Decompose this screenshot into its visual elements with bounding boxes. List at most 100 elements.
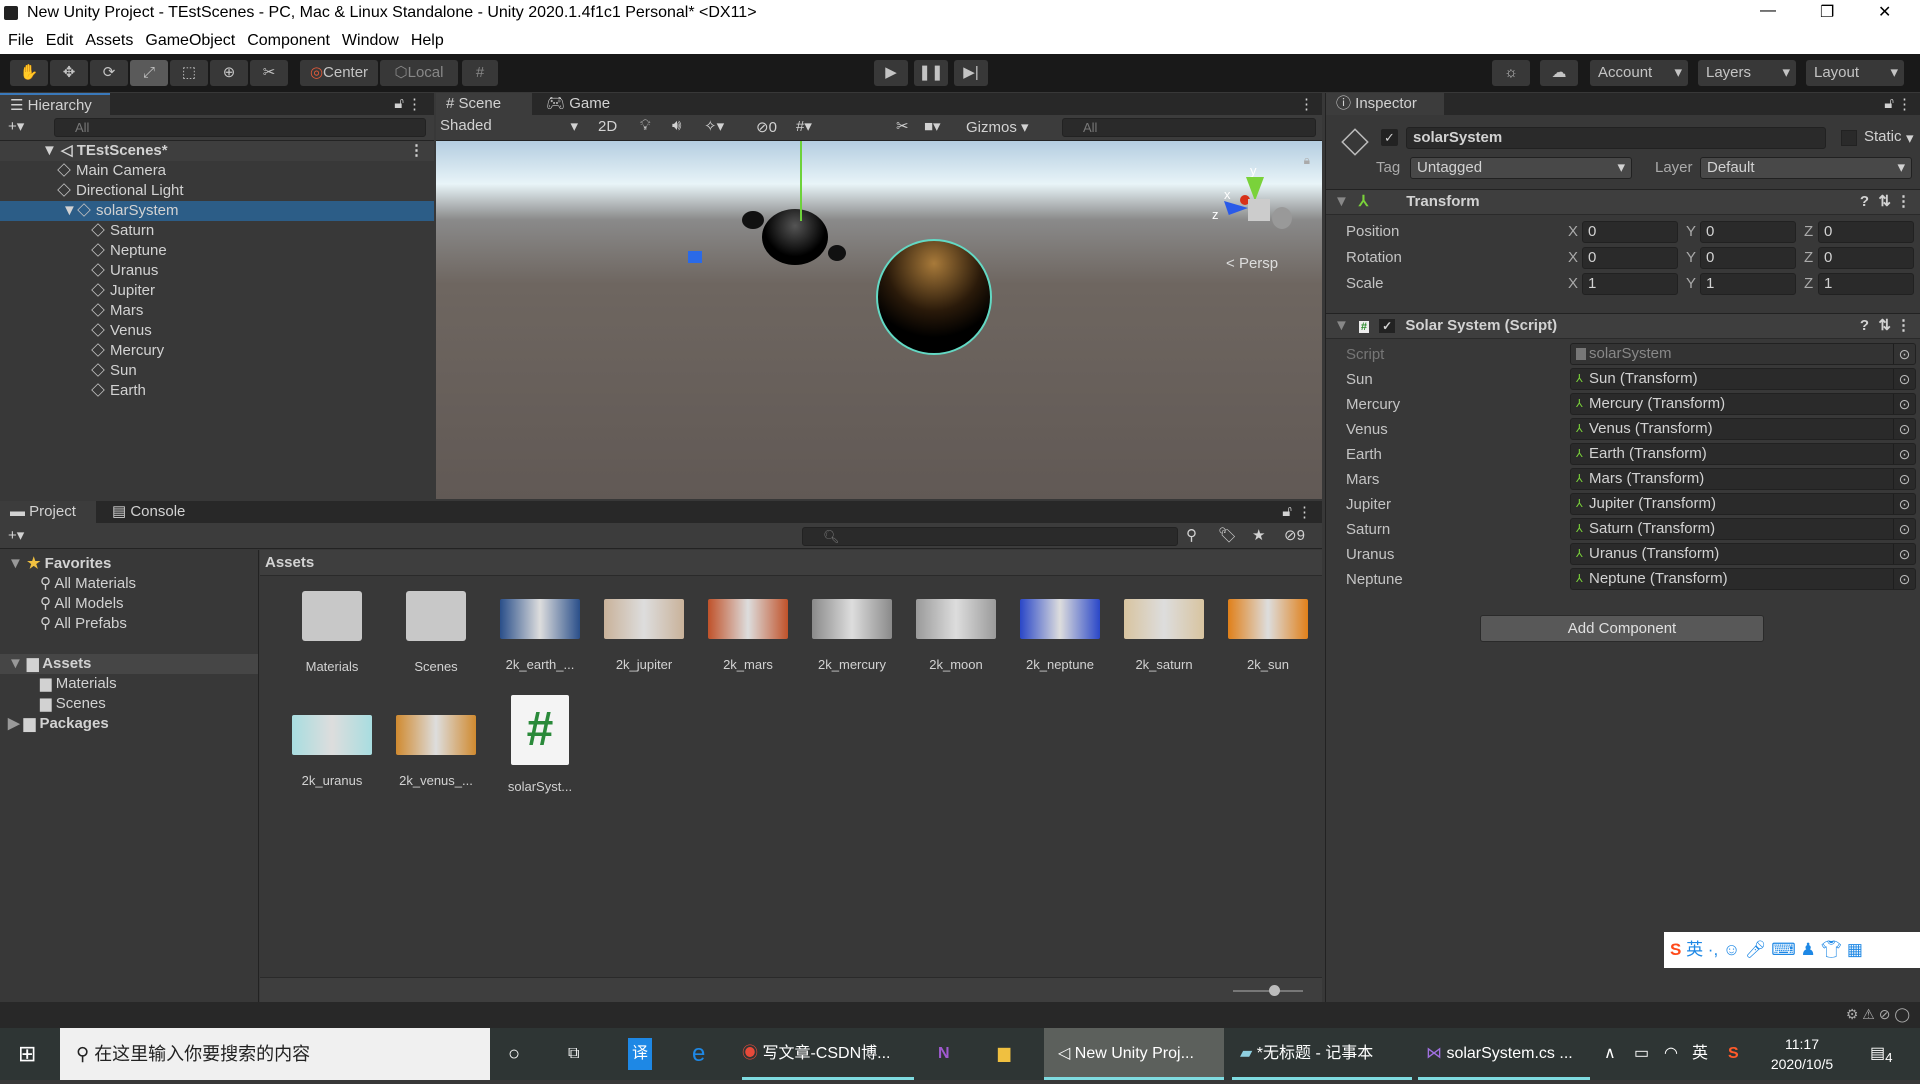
layers-dropdown[interactable]: Layers ▾ bbox=[1698, 60, 1796, 86]
more-icon[interactable]: ⋮ bbox=[1897, 95, 1912, 113]
task-view-icon[interactable]: ⧉ bbox=[568, 1028, 579, 1080]
taskbar-visual-studio[interactable]: ⋈ solarSystem.cs ... bbox=[1418, 1028, 1590, 1080]
taskbar-chrome[interactable]: ◉ 写文章-CSDN博... bbox=[742, 1028, 914, 1080]
lock-icon[interactable]: 🔓︎ bbox=[394, 95, 404, 112]
transform-reference-field[interactable]: ⅄ Jupiter (Transform) ⊙ bbox=[1570, 493, 1916, 515]
object-picker-icon[interactable]: ⊙ bbox=[1893, 469, 1915, 489]
asset-item[interactable]: 2k_neptune bbox=[1010, 591, 1110, 672]
asset-item[interactable]: 2k_earth_... bbox=[490, 591, 590, 672]
pivot-local-button[interactable]: ⬡Local bbox=[380, 60, 458, 86]
grid-icon[interactable]: #▾ bbox=[796, 117, 812, 135]
gizmo-center-cube[interactable] bbox=[1248, 199, 1270, 221]
transform-reference-field[interactable]: ⅄ Neptune (Transform) ⊙ bbox=[1570, 568, 1916, 590]
transform-x-field[interactable]: 1 bbox=[1582, 273, 1678, 295]
slider-thumb[interactable] bbox=[1269, 985, 1280, 996]
scene-row[interactable]: ▼ ◁ TEstScenes* ⋮ bbox=[0, 141, 434, 161]
effects-icon[interactable]: ✧▾ bbox=[704, 117, 724, 135]
start-button[interactable]: ⊞ bbox=[18, 1028, 36, 1080]
transform-y-field[interactable]: 0 bbox=[1700, 221, 1796, 243]
transform-reference-field[interactable]: ⅄ Uranus (Transform) ⊙ bbox=[1570, 543, 1916, 565]
project-tree-item[interactable]: ▼ ▆ Assets bbox=[0, 654, 258, 674]
transform-header[interactable]: ▼ ⅄ Transform ? ⇅ ⋮ bbox=[1326, 189, 1920, 215]
asset-item[interactable]: Materials bbox=[282, 591, 382, 674]
project-tree-item[interactable]: ▆ Materials bbox=[0, 674, 258, 694]
menu-file[interactable]: File bbox=[8, 32, 34, 49]
step-button[interactable]: ▶| bbox=[954, 60, 988, 86]
scene-lock-icon[interactable]: 🔒︎ bbox=[1304, 153, 1310, 168]
project-tree-item[interactable]: ⚲ All Prefabs bbox=[0, 614, 258, 634]
notification-icon[interactable]: ▤4 bbox=[1870, 1028, 1893, 1080]
project-tree-item[interactable]: ⚲ All Materials bbox=[0, 574, 258, 594]
tools-icon[interactable]: ✂ bbox=[896, 117, 909, 135]
lock-icon[interactable]: 🔓︎ bbox=[1884, 95, 1894, 112]
create-button[interactable]: +▾ bbox=[8, 117, 24, 135]
tag-dropdown[interactable]: Untagged ▾ bbox=[1410, 157, 1632, 179]
tab-console[interactable]: ▤ Console bbox=[102, 501, 195, 523]
object-picker-icon[interactable]: ⊙ bbox=[1893, 544, 1915, 564]
hierarchy-item[interactable]: Sun bbox=[0, 361, 434, 381]
hierarchy-item[interactable]: Uranus bbox=[0, 261, 434, 281]
file-explorer-icon[interactable]: ▆ bbox=[998, 1028, 1010, 1080]
static-checkbox[interactable] bbox=[1841, 130, 1857, 146]
menu-help[interactable]: Help bbox=[411, 32, 444, 49]
script-enabled-checkbox[interactable]: ✓ bbox=[1379, 319, 1396, 333]
taskbar-search-input[interactable]: ⚲ 在这里输入你要搜索的内容 bbox=[60, 1028, 490, 1080]
transform-y-field[interactable]: 0 bbox=[1700, 247, 1796, 269]
hierarchy-search-input[interactable]: All bbox=[54, 118, 426, 137]
scene-viewport[interactable]: y x z 🔒︎ < Persp bbox=[436, 141, 1322, 499]
projection-label[interactable]: < Persp bbox=[1226, 255, 1278, 272]
filter-label-icon[interactable]: 🏷︎ bbox=[1218, 526, 1237, 544]
transform-reference-field[interactable]: ⅄ Saturn (Transform) ⊙ bbox=[1570, 518, 1916, 540]
hierarchy-item[interactable]: ▼ solarSystem bbox=[0, 201, 434, 221]
asset-item[interactable]: 2k_sun bbox=[1218, 591, 1318, 672]
icon-size-slider[interactable] bbox=[1233, 985, 1303, 996]
filter-type-icon[interactable]: ⚲ bbox=[1186, 526, 1197, 544]
object-name-field[interactable]: solarSystem bbox=[1406, 127, 1826, 149]
layout-dropdown[interactable]: Layout ▾ bbox=[1806, 60, 1904, 86]
asset-item[interactable]: 2k_mars bbox=[698, 591, 798, 672]
pause-button[interactable]: ❚❚ bbox=[914, 60, 948, 86]
pivot-center-button[interactable]: ◎Center bbox=[300, 60, 378, 86]
object-picker-icon[interactable]: ⊙ bbox=[1893, 419, 1915, 439]
transform-reference-field[interactable]: ⅄ Venus (Transform) ⊙ bbox=[1570, 418, 1916, 440]
gizmos-dropdown[interactable]: Gizmos ▾ bbox=[966, 118, 1036, 136]
transform-reference-field[interactable]: ⅄ Mars (Transform) ⊙ bbox=[1570, 468, 1916, 490]
create-button[interactable]: +▾ bbox=[8, 526, 24, 544]
edge-icon[interactable]: e bbox=[692, 1028, 705, 1080]
transform-y-field[interactable]: 1 bbox=[1700, 273, 1796, 295]
camera-icon[interactable]: ■▾ bbox=[924, 117, 941, 135]
more-icon[interactable]: ⋮ bbox=[1297, 503, 1312, 521]
more-icon[interactable]: ⋮ bbox=[1299, 95, 1314, 113]
move-handle-y[interactable] bbox=[800, 141, 802, 221]
hand-tool-icon[interactable]: ✋ bbox=[10, 60, 48, 86]
object-picker-icon[interactable]: ⊙ bbox=[1893, 444, 1915, 464]
planet-small[interactable] bbox=[828, 245, 846, 261]
object-picker-icon[interactable]: ⊙ bbox=[1893, 494, 1915, 514]
hierarchy-item[interactable]: Main Camera bbox=[0, 161, 434, 181]
hidden-objects-icon[interactable]: ⊘0 bbox=[756, 118, 777, 136]
object-picker-icon[interactable]: ⊙ bbox=[1893, 394, 1915, 414]
scale-tool-icon[interactable]: ⤢ bbox=[130, 60, 168, 86]
sun-sphere[interactable] bbox=[876, 239, 992, 355]
move-tool-icon[interactable]: ✥ bbox=[50, 60, 88, 86]
close-button[interactable]: ✕ bbox=[1878, 2, 1891, 22]
script-component-header[interactable]: ▼ # ✓ Solar System (Script) ? ⇅ ⋮ bbox=[1326, 313, 1920, 339]
object-picker-icon[interactable]: ⊙ bbox=[1893, 569, 1915, 589]
move-handle-z[interactable] bbox=[688, 251, 702, 263]
tab-scene[interactable]: # Scene bbox=[436, 93, 532, 115]
account-dropdown[interactable]: Account ▾ bbox=[1590, 60, 1688, 86]
grid-snap-icon[interactable]: # bbox=[462, 60, 498, 86]
minimize-button[interactable]: — bbox=[1760, 2, 1776, 20]
hierarchy-item[interactable]: Jupiter bbox=[0, 281, 434, 301]
collab-icon[interactable]: ☼ bbox=[1492, 60, 1530, 86]
menu-component[interactable]: Component bbox=[247, 32, 330, 49]
transform-z-field[interactable]: 0 bbox=[1818, 221, 1914, 243]
breadcrumb-assets[interactable]: Assets bbox=[265, 554, 314, 571]
audio-icon[interactable]: 🔊︎ bbox=[672, 117, 681, 134]
preset-icon[interactable]: ⇅ bbox=[1878, 314, 1891, 338]
layer-dropdown[interactable]: Default ▾ bbox=[1700, 157, 1912, 179]
help-icon[interactable]: ? bbox=[1860, 190, 1869, 214]
cortana-icon[interactable]: ○ bbox=[508, 1028, 520, 1080]
project-tree-item[interactable]: ▶ ▆ Packages bbox=[0, 714, 258, 734]
add-component-button[interactable]: Add Component bbox=[1480, 615, 1764, 642]
